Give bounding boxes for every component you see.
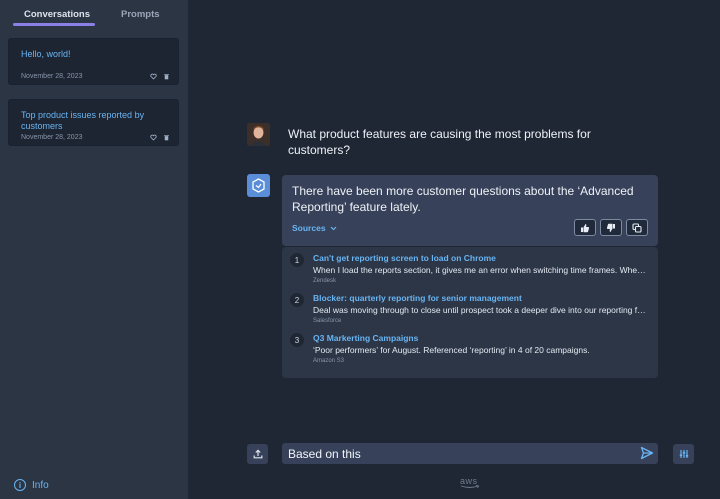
trash-icon[interactable]	[163, 134, 170, 141]
heart-icon[interactable]	[150, 73, 157, 80]
conversation-title: Hello, world!	[21, 49, 71, 59]
thumbs-down-button[interactable]	[600, 219, 622, 236]
assistant-message-bubble: There have been more customer questions …	[282, 175, 658, 246]
sidebar-tabs: Conversations Prompts	[0, 0, 189, 30]
source-title-link[interactable]: Q3 Markerting Campaigns	[313, 333, 418, 343]
copy-icon	[632, 222, 642, 233]
tab-prompts[interactable]: Prompts	[121, 9, 160, 20]
copy-button[interactable]	[626, 219, 648, 236]
chat-input[interactable]	[282, 443, 658, 464]
source-number: 3	[290, 333, 304, 347]
assistant-message: There have been more customer questions …	[292, 184, 634, 214]
tab-conversations[interactable]: Conversations	[24, 9, 90, 20]
sources-toggle[interactable]: Sources	[292, 223, 337, 233]
chevron-down-icon	[330, 226, 336, 230]
send-icon[interactable]	[640, 446, 654, 460]
conversation-date: November 28, 2023	[21, 73, 83, 80]
conversation-card-1[interactable]: Hello, world! November 28, 2023	[8, 38, 179, 85]
settings-button[interactable]	[673, 444, 694, 464]
thumbs-down-icon	[606, 223, 615, 232]
sidebar: Conversations Prompts Hello, world! Nove…	[0, 0, 189, 499]
sources-panel: 1 Can't get reporting screen to load on …	[282, 247, 658, 378]
source-description: ‘Poor performers’ for August. Referenced…	[313, 345, 590, 355]
info-icon: i	[14, 479, 26, 491]
source-title-link[interactable]: Blocker: quarterly reporting for senior …	[313, 293, 522, 303]
conversation-title: Top product issues reported by customers	[21, 110, 145, 131]
source-description: Deal was moving through to close until p…	[313, 305, 649, 315]
source-description: When I load the reports section, it give…	[313, 265, 649, 275]
info-link[interactable]: i Info	[14, 479, 49, 491]
feedback-buttons	[574, 219, 648, 236]
upload-icon	[253, 449, 262, 459]
aws-logo: aws	[460, 476, 480, 489]
thumbs-up-button[interactable]	[574, 219, 596, 236]
source-origin: Amazon S3	[313, 358, 345, 364]
user-message: What product features are causing the mo…	[288, 127, 591, 157]
sources-label: Sources	[292, 223, 326, 233]
source-title-link[interactable]: Can't get reporting screen to load on Ch…	[313, 253, 496, 263]
trash-icon[interactable]	[163, 73, 170, 80]
source-origin: Zendesk	[313, 278, 337, 284]
user-avatar	[247, 123, 270, 146]
heart-icon[interactable]	[150, 134, 157, 141]
assistant-avatar	[247, 174, 270, 197]
source-origin: Salesforce	[313, 318, 342, 324]
thumbs-up-icon	[581, 223, 590, 232]
aws-logo-text: aws	[460, 476, 478, 486]
settings-sliders-icon	[679, 450, 688, 458]
conversation-date: November 28, 2023	[21, 134, 83, 141]
active-tab-indicator	[13, 23, 95, 26]
info-label: Info	[32, 479, 49, 491]
assistant-logo-icon	[252, 178, 265, 193]
source-number: 1	[290, 253, 304, 267]
conversation-card-2[interactable]: Top product issues reported by customers…	[8, 99, 179, 146]
upload-button[interactable]	[247, 444, 268, 464]
source-number: 2	[290, 293, 304, 307]
